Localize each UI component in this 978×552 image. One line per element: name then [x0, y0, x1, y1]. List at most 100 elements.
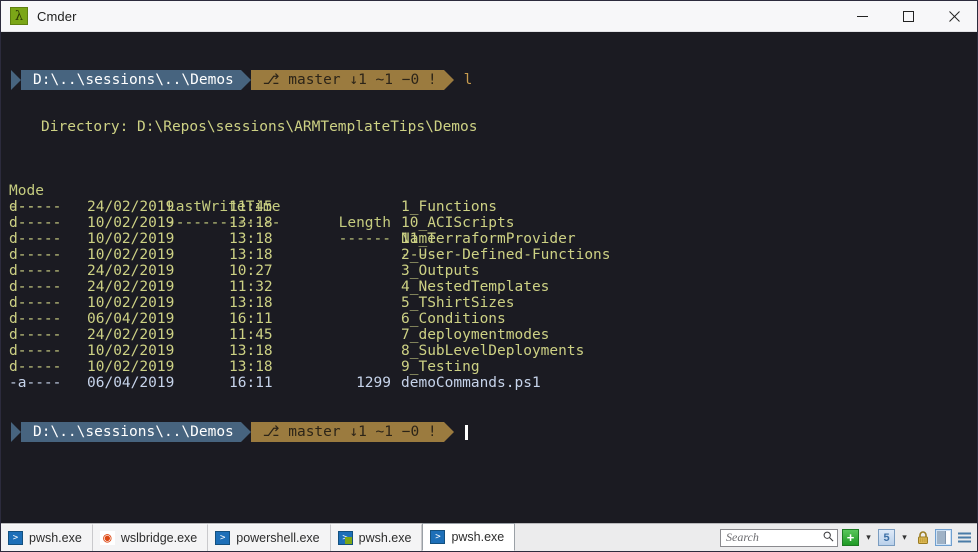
- title-bar: λ Cmder: [1, 1, 977, 32]
- prompt-line-bottom[interactable]: D:\..\sessions\..\Demos ⎇ master ↓1 ~1 −…: [11, 422, 468, 442]
- taskbar-spacer: [515, 524, 720, 551]
- cell-length: 1299: [356, 375, 391, 391]
- cell-mode: d-----: [9, 359, 62, 375]
- cell-mode: -a----: [9, 375, 62, 391]
- tab-list-button[interactable]: 5: [878, 529, 895, 546]
- cell-time: 16:11: [229, 375, 273, 391]
- search-input[interactable]: Search: [726, 530, 823, 545]
- cell-date: 06/04/2019: [87, 311, 175, 327]
- cell-time: 10:27: [229, 263, 273, 279]
- taskbar-tab-label: wslbridge.exe: [120, 531, 198, 545]
- prompt-git-text-bottom: ⎇ master ↓1 ~1 −0 !: [262, 424, 437, 440]
- lock-icon[interactable]: [914, 529, 931, 546]
- search-box[interactable]: Search: [720, 528, 838, 547]
- new-console-button[interactable]: +: [842, 529, 859, 546]
- rule-length: ------: [338, 231, 391, 247]
- split-pane-left: [937, 531, 945, 544]
- prompt-arrow-git-right-bottom: [443, 422, 454, 442]
- cell-time: 13:18: [229, 343, 273, 359]
- powershell-icon: >: [215, 531, 231, 545]
- cell-name: 8_SubLevelDeployments: [401, 343, 585, 359]
- prompt-command-text: l: [463, 72, 473, 88]
- cell-date: 24/02/2019: [87, 279, 175, 295]
- cell-time: 11:32: [229, 279, 273, 295]
- cell-name: 9_Testing: [401, 359, 480, 375]
- prompt-git-segment-bottom: ⎇ master ↓1 ~1 −0 !: [250, 422, 444, 442]
- cell-date: 24/02/2019: [87, 199, 175, 215]
- cell-time: 13:18: [229, 247, 273, 263]
- prompt-path-text-bottom: D:\..\sessions\..\Demos: [33, 424, 234, 440]
- search-icon[interactable]: [823, 529, 834, 547]
- taskbar-tab[interactable]: ◉ wslbridge.exe: [92, 524, 209, 551]
- cell-mode: d-----: [9, 311, 62, 327]
- ubuntu-icon: ◉: [99, 530, 115, 546]
- cell-date: 06/04/2019: [87, 375, 175, 391]
- cell-name: 1_Functions: [401, 199, 498, 215]
- cmder-window: λ Cmder D:\..\sessions\..\Demos ⎇ master…: [0, 0, 978, 552]
- prompt-path-segment-bottom: D:\..\sessions\..\Demos: [21, 422, 241, 442]
- cell-mode: d-----: [9, 295, 62, 311]
- cell-date: 24/02/2019: [87, 327, 175, 343]
- cell-name: 2_User-Defined-Functions: [401, 247, 611, 263]
- cell-mode: d-----: [9, 279, 62, 295]
- cell-mode: d-----: [9, 247, 62, 263]
- lambda-icon: λ: [10, 7, 28, 25]
- cell-mode: d-----: [9, 231, 62, 247]
- prompt-git-segment: ⎇ master ↓1 ~1 −0 !: [250, 70, 444, 90]
- cell-name: 4_NestedTemplates: [401, 279, 550, 295]
- cell-mode: d-----: [9, 199, 62, 215]
- cell-date: 24/02/2019: [87, 263, 175, 279]
- prompt-arrow-lead: [11, 70, 21, 90]
- cell-date: 10/02/2019: [87, 343, 175, 359]
- prompt-arrow-path-right: [240, 70, 251, 90]
- cell-date: 10/02/2019: [87, 247, 175, 263]
- cell-name: 5_TShirtSizes: [401, 295, 515, 311]
- cell-mode: d-----: [9, 263, 62, 279]
- split-pane-icon[interactable]: [935, 529, 952, 546]
- cell-time: 13:18: [229, 359, 273, 375]
- terminal-output[interactable]: D:\..\sessions\..\Demos ⎇ master ↓1 ~1 −…: [1, 32, 977, 523]
- powershell-icon: >: [430, 530, 446, 544]
- taskbar-tab[interactable]: > pwsh.exe: [1, 524, 93, 551]
- cell-mode: d-----: [9, 215, 62, 231]
- cell-name: 6_Conditions: [401, 311, 506, 327]
- cell-time: 11:45: [229, 327, 273, 343]
- hamburger-menu-icon[interactable]: [956, 529, 973, 546]
- text-cursor: [464, 424, 468, 440]
- taskbar-tab[interactable]: > powershell.exe: [208, 524, 331, 551]
- maximize-button[interactable]: [885, 1, 931, 31]
- taskbar-tab-label: pwsh.exe: [29, 531, 82, 545]
- taskbar-tools: Search + ▾ 5 ▾: [720, 524, 977, 551]
- directory-header-line: Directory: D:\Repos\sessions\ARMTemplate…: [41, 119, 478, 135]
- minimize-button[interactable]: [839, 1, 885, 31]
- cell-name: 3_Outputs: [401, 263, 480, 279]
- prompt-line-top: D:\..\sessions\..\Demos ⎇ master ↓1 ~1 −…: [11, 70, 472, 90]
- cell-mode: d-----: [9, 343, 62, 359]
- cell-time: 13:18: [229, 215, 273, 231]
- cell-time: 13:18: [229, 231, 273, 247]
- prompt-arrow-path-right-bottom: [240, 422, 251, 442]
- powershell-icon: >: [8, 531, 23, 545]
- powershell-mixed-icon: >: [337, 531, 353, 545]
- cell-name: 11_TerraformProvider: [401, 231, 576, 247]
- cell-time: 11:45: [229, 199, 273, 215]
- tab-list-chevron-down-icon[interactable]: ▾: [899, 529, 910, 546]
- taskbar-tab[interactable]: > pwsh.exe: [330, 524, 423, 551]
- taskbar: > pwsh.exe ◉ wslbridge.exe > powershell.exe > p…: [1, 523, 977, 551]
- cell-name: 7_deploymentmodes: [401, 327, 550, 343]
- cell-name: demoCommands.ps1: [401, 375, 541, 391]
- cell-mode: d-----: [9, 327, 62, 343]
- lambda-glyph: λ: [14, 8, 24, 24]
- cell-date: 10/02/2019: [87, 231, 175, 247]
- taskbar-tab[interactable]: > pwsh.exe: [422, 523, 516, 551]
- cell-time: 13:18: [229, 295, 273, 311]
- close-button[interactable]: [931, 1, 977, 31]
- taskbar-tab-label: pwsh.exe: [358, 531, 412, 545]
- taskbar-tab-label: pwsh.exe: [451, 530, 505, 544]
- cell-date: 10/02/2019: [87, 295, 175, 311]
- prompt-path-segment: D:\..\sessions\..\Demos: [21, 70, 241, 90]
- window-title: Cmder: [37, 8, 77, 24]
- taskbar-tab-label: powershell.exe: [236, 531, 320, 545]
- prompt-path-text: D:\..\sessions\..\Demos: [33, 72, 234, 88]
- new-console-chevron-down-icon[interactable]: ▾: [863, 529, 874, 546]
